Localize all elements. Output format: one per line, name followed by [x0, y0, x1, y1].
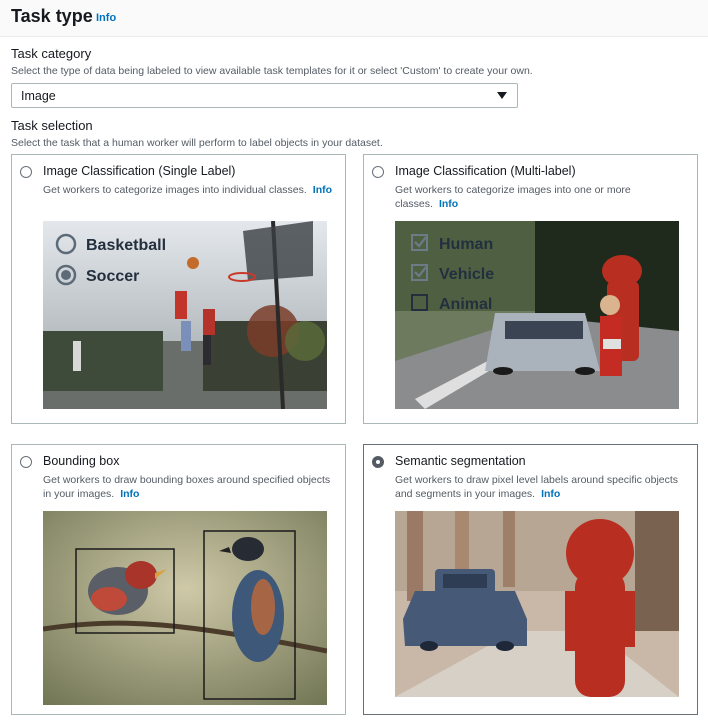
caret-down-icon	[497, 92, 507, 99]
info-link[interactable]: Info	[96, 12, 116, 24]
radio-single-label[interactable]	[20, 166, 32, 178]
card-description: Get workers to draw bounding boxes aroun…	[43, 474, 331, 500]
task-selection-description: Select the task that a human worker will…	[11, 137, 383, 149]
thumbnail-street: Human Vehicle Animal	[395, 221, 679, 409]
svg-text:Human: Human	[439, 236, 493, 253]
info-link[interactable]: Info	[541, 488, 560, 500]
task-card-multi-label[interactable]: Image Classification (Multi-label) Get w…	[363, 154, 698, 424]
svg-text:Animal: Animal	[439, 296, 492, 313]
task-category-select[interactable]: Image	[11, 83, 518, 108]
radio-bounding-box[interactable]	[20, 456, 32, 468]
svg-text:Soccer: Soccer	[86, 268, 139, 285]
thumbnail-birds	[43, 511, 327, 705]
card-description: Get workers to categorize images into in…	[43, 184, 333, 196]
task-category-label: Task category	[11, 46, 92, 61]
task-category-value: Image	[21, 89, 56, 103]
card-title: Image Classification (Single Label)	[43, 164, 236, 178]
info-link[interactable]: Info	[313, 184, 332, 196]
card-title: Image Classification (Multi-label)	[395, 164, 576, 178]
card-description: Get workers to draw pixel level labels a…	[395, 474, 679, 500]
thumbnail-segmentation	[395, 511, 679, 697]
radio-semantic-segmentation[interactable]	[372, 456, 384, 468]
info-link[interactable]: Info	[439, 198, 458, 210]
section-header: Task type Info	[0, 0, 708, 37]
task-category-description: Select the type of data being labeled to…	[11, 65, 533, 77]
task-card-single-label[interactable]: Image Classification (Single Label) Get …	[11, 154, 346, 424]
card-title: Bounding box	[43, 454, 120, 468]
task-card-semantic-segmentation[interactable]: Semantic segmentation Get workers to dra…	[363, 444, 698, 715]
svg-text:Vehicle: Vehicle	[439, 266, 494, 283]
section-title: Task type	[11, 6, 93, 26]
card-description: Get workers to categorize images into on…	[395, 184, 631, 210]
task-selection-label: Task selection	[11, 118, 93, 133]
svg-text:Basketball: Basketball	[86, 237, 166, 254]
card-title: Semantic segmentation	[395, 454, 526, 468]
info-link[interactable]: Info	[120, 488, 139, 500]
task-card-bounding-box[interactable]: Bounding box Get workers to draw boundin…	[11, 444, 346, 715]
thumbnail-basketball: Basketball Soccer	[43, 221, 327, 409]
radio-multi-label[interactable]	[372, 166, 384, 178]
